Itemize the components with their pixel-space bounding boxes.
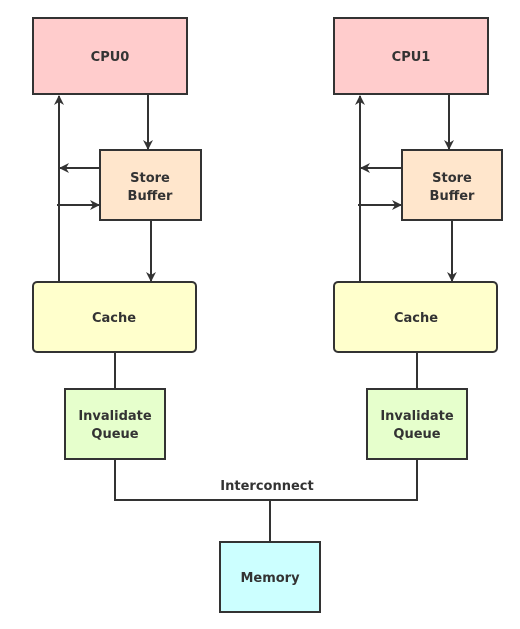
invalidate-queue-1 [366,388,468,460]
store-buffer-1-label-1: Store [432,171,472,186]
invalidate-queue-1-label-2: Queue [393,427,440,442]
invalidate-queue-0-label-2: Queue [91,427,138,442]
cpu-memory-diagram: CPU0 Store Buffer Cache Invalidate Queue… [32,17,503,613]
memory-label: Memory [240,571,300,586]
interconnect-label: Interconnect [220,479,313,494]
store-buffer-1-label-2: Buffer [430,189,476,204]
store-buffer-0-label-1: Store [130,171,170,186]
cache-0-label: Cache [92,311,136,326]
cpu1-group: CPU1 Store Buffer Cache Invalidate Queue [333,17,503,460]
cpu0-group: CPU0 Store Buffer Cache Invalidate Queue [32,17,202,460]
invalidate-queue-1-label-1: Invalidate [380,409,454,424]
invalidate-queue-0-label-1: Invalidate [78,409,152,424]
cpu1-label: CPU1 [392,50,431,65]
cpu0-label: CPU0 [91,50,130,65]
store-buffer-0-label-2: Buffer [128,189,174,204]
cache-1-label: Cache [394,311,438,326]
invalidate-queue-0 [64,388,166,460]
